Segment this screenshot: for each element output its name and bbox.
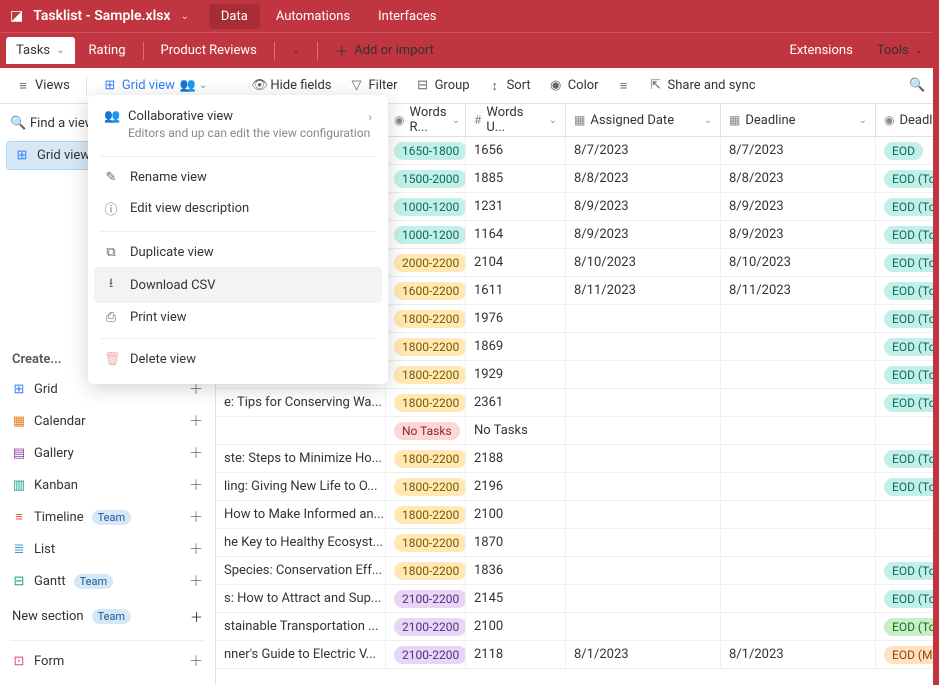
info-icon: ⓘ — [104, 199, 118, 218]
search-icon: 🔍 — [10, 116, 24, 131]
list-icon: ≣ — [12, 542, 26, 557]
menu-collaborative-view[interactable]: 👥Collaborative view› — [88, 105, 388, 126]
kanban-icon: ▥ — [12, 478, 26, 493]
col-words-used[interactable]: #Words U...⌄ — [466, 104, 566, 136]
number-icon: # — [474, 113, 481, 127]
create-kanban[interactable]: ▥Kanban＋ — [0, 469, 215, 501]
top-tabs: Data Automations Interfaces — [209, 4, 449, 29]
table-row[interactable]: ling: Giving New Life to O...1800-220021… — [216, 473, 939, 501]
trash-icon: 🗑 — [104, 352, 118, 367]
people-icon: 👥 — [104, 109, 118, 124]
download-icon: ⭳ — [104, 274, 118, 296]
table-row[interactable]: Species: Conservation Eff...1800-2200183… — [216, 557, 939, 585]
create-timeline[interactable]: ≡TimelineTeam＋ — [0, 501, 215, 533]
right-edge — [933, 32, 939, 685]
menu-print-view[interactable]: ⎙Print view — [88, 303, 388, 332]
col-deadline-status[interactable]: ◉Deadl — [876, 104, 936, 136]
calendar-icon: ▦ — [12, 414, 26, 429]
grid-icon: ⊞ — [15, 148, 29, 163]
tab-interfaces[interactable]: Interfaces — [366, 4, 448, 29]
view-context-menu: 👥Collaborative view› Editors and up can … — [88, 95, 388, 384]
table-tab-rating[interactable]: Rating — [79, 38, 136, 63]
table-row[interactable]: e: Tips for Conserving Wa...1800-2200236… — [216, 389, 939, 417]
tools-button[interactable]: Tools⌄ — [867, 38, 933, 63]
menu-rename-view[interactable]: ✎Rename view — [88, 163, 388, 192]
grid-icon: ⊞ — [12, 382, 26, 397]
menu-delete-view[interactable]: 🗑Delete view — [88, 345, 388, 374]
copy-icon: ⧉ — [104, 245, 118, 260]
table-row[interactable]: No TasksNo Tasks — [216, 417, 939, 445]
calendar-icon: ▦ — [574, 113, 585, 127]
col-words-range[interactable]: ◉Words R...⌄ — [386, 104, 466, 136]
col-assigned-date[interactable]: ▦Assigned Date⌄ — [566, 104, 721, 136]
table-row[interactable]: ste: Steps to Minimize Ho...1800-2200218… — [216, 445, 939, 473]
table-tab-product-reviews[interactable]: Product Reviews — [151, 38, 267, 63]
table-row[interactable]: s: How to Attract and Sup...2100-2200214… — [216, 585, 939, 613]
table-row[interactable]: nner's Guide to Electric V...2100-220021… — [216, 641, 939, 669]
base-title[interactable]: Tasklist - Sample.xlsx — [33, 8, 170, 24]
group-button[interactable]: ⊟Group — [408, 73, 478, 98]
create-form[interactable]: ⊡Form＋ — [0, 645, 215, 677]
top-header: ◪ Tasklist - Sample.xlsx ⌄ Data Automati… — [0, 0, 939, 32]
app-logo-icon: ◪ — [10, 8, 23, 24]
extensions-button[interactable]: Extensions — [779, 38, 862, 63]
formula-icon: ◉ — [884, 113, 894, 127]
pencil-icon: ✎ — [104, 170, 118, 185]
table-tab-tasks[interactable]: Tasks⌄ — [6, 37, 75, 64]
gantt-icon: ⊟ — [12, 574, 26, 589]
menu-collab-subtitle: Editors and up can edit the view configu… — [88, 126, 388, 150]
create-calendar[interactable]: ▦Calendar＋ — [0, 405, 215, 437]
separator — [143, 42, 144, 60]
separator — [274, 42, 275, 60]
table-bar: Tasks⌄ Rating Product Reviews ⌄ ＋Add or … — [0, 32, 939, 68]
formula-icon: ◉ — [394, 113, 404, 127]
create-gallery[interactable]: ▤Gallery＋ — [0, 437, 215, 469]
separator — [317, 42, 318, 60]
row-height-button[interactable]: ≡ — [609, 73, 639, 99]
title-chevron-icon[interactable]: ⌄ — [181, 11, 189, 22]
col-deadline[interactable]: ▦Deadline⌄ — [721, 104, 876, 136]
color-button[interactable]: ◉Color — [541, 73, 607, 98]
sort-button[interactable]: ↕Sort — [480, 73, 539, 99]
table-row[interactable]: stainable Transportation ...2100-2200210… — [216, 613, 939, 641]
new-section-row[interactable]: New sectionTeam＋ — [0, 597, 215, 636]
search-button[interactable]: 🔍 — [901, 73, 931, 98]
tab-automations[interactable]: Automations — [264, 4, 362, 29]
calendar-icon: ▦ — [729, 113, 740, 127]
create-list[interactable]: ≣List＋ — [0, 533, 215, 565]
menu-download-csv[interactable]: ⭳Download CSV — [94, 267, 382, 303]
share-sync-button[interactable]: ⇱Share and sync — [641, 73, 764, 98]
gallery-icon: ▤ — [12, 446, 26, 461]
menu-duplicate-view[interactable]: ⧉Duplicate view — [88, 238, 388, 267]
menu-edit-description[interactable]: ⓘEdit view description — [88, 192, 388, 225]
create-gantt[interactable]: ⊟GanttTeam＋ — [0, 565, 215, 597]
table-tab-chevron[interactable]: ⌄ — [282, 40, 310, 61]
views-toggle[interactable]: ≡Views — [8, 73, 78, 99]
form-icon: ⊡ — [12, 654, 26, 669]
print-icon: ⎙ — [104, 310, 118, 325]
chevron-right-icon: › — [368, 110, 372, 124]
table-row[interactable]: he Key to Healthy Ecosyst...1800-2200187… — [216, 529, 939, 557]
tab-data[interactable]: Data — [209, 4, 260, 29]
add-or-import-button[interactable]: ＋Add or import — [325, 36, 444, 65]
timeline-icon: ≡ — [12, 509, 26, 525]
table-row[interactable]: How to Make Informed an...1800-22002100 — [216, 501, 939, 529]
